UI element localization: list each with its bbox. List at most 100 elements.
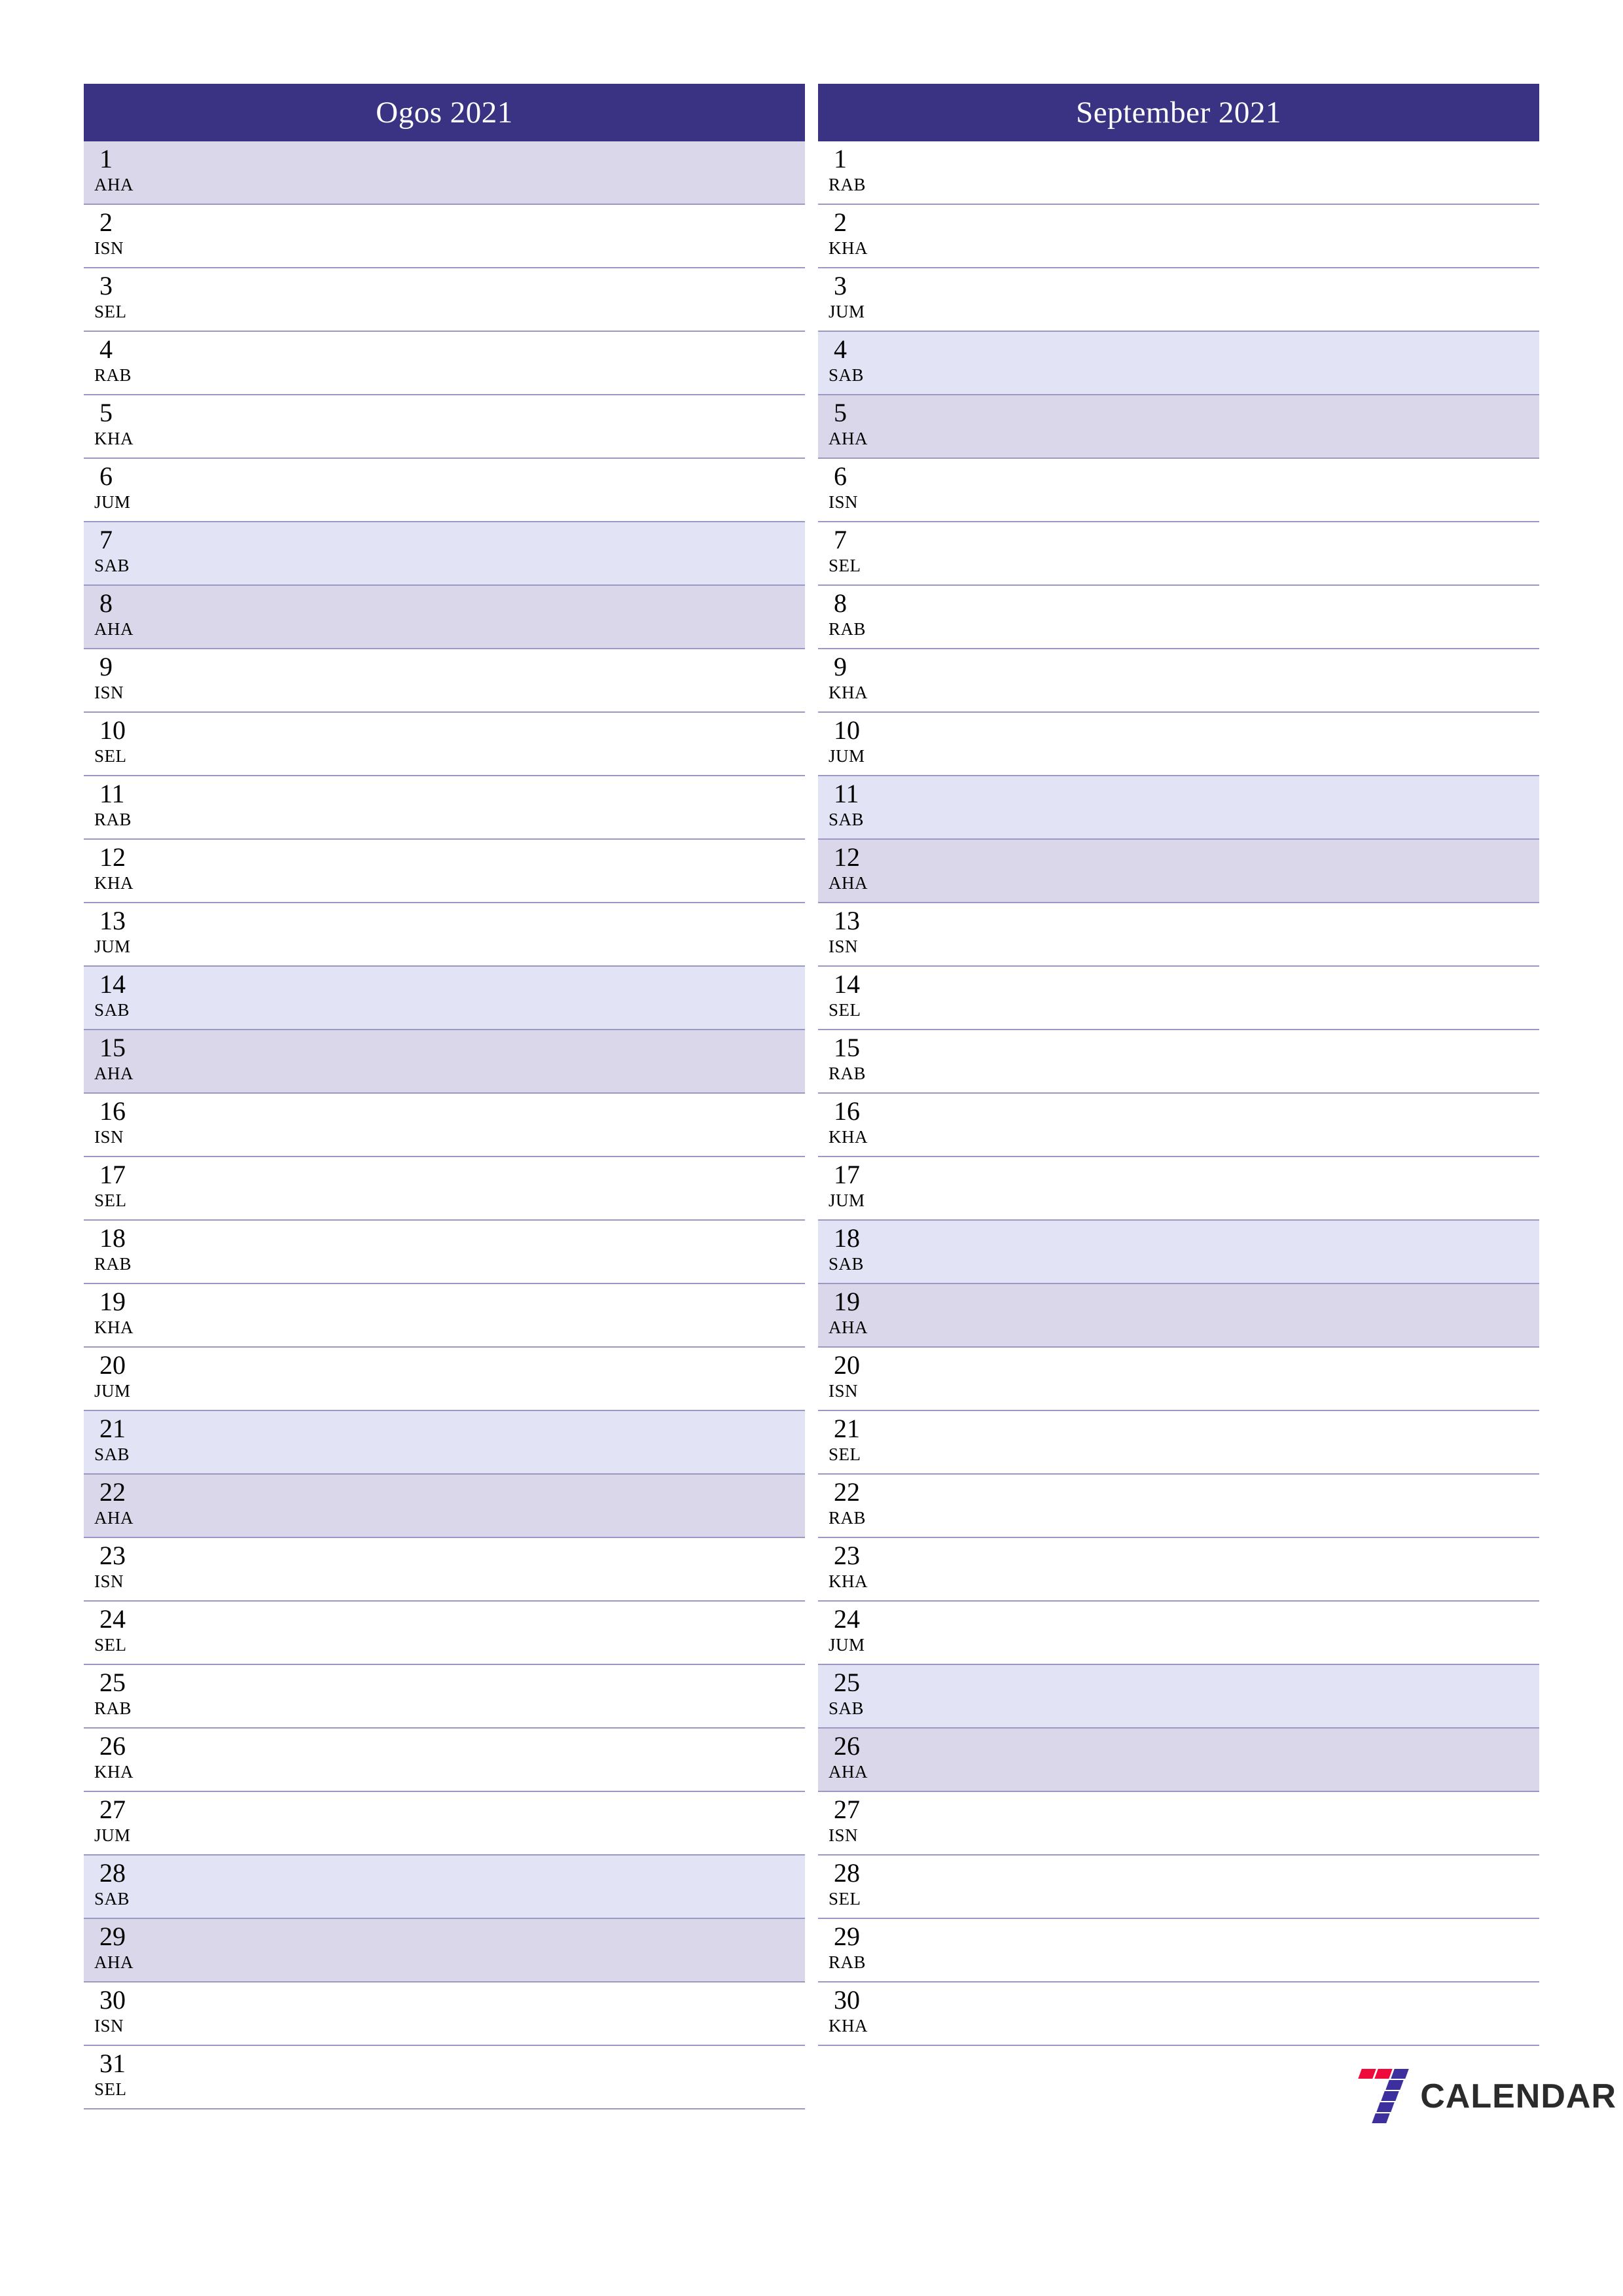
day-row[interactable]: 4 RAB	[84, 332, 805, 395]
day-weekday-label: RAB	[94, 810, 132, 829]
day-row[interactable]: 27 JUM	[84, 1792, 805, 1856]
day-row[interactable]: 9 ISN	[84, 649, 805, 713]
day-row[interactable]: 8 AHA	[84, 586, 805, 649]
day-row[interactable]: 13 ISN	[818, 903, 1539, 967]
day-row[interactable]: 11 SAB	[818, 776, 1539, 840]
day-row[interactable]: 20 JUM	[84, 1348, 805, 1411]
day-row[interactable]: 19 KHA	[84, 1284, 805, 1348]
day-row[interactable]: 29 RAB	[818, 1919, 1539, 1982]
day-row[interactable]: 24 JUM	[818, 1602, 1539, 1665]
day-number: 3	[99, 271, 113, 300]
day-weekday-label: AHA	[829, 1318, 868, 1337]
day-row[interactable]: 17 JUM	[818, 1157, 1539, 1221]
day-row[interactable]: 21 SAB	[84, 1411, 805, 1475]
day-row[interactable]: 26 AHA	[818, 1729, 1539, 1792]
day-row[interactable]: 18 SAB	[818, 1221, 1539, 1284]
day-row[interactable]: 1 AHA	[84, 141, 805, 205]
day-row[interactable]: 5 KHA	[84, 395, 805, 459]
day-row[interactable]: 27 ISN	[818, 1792, 1539, 1856]
logo-wordmark: CALENDAR	[1420, 2077, 1616, 2115]
day-row[interactable]: 7 SAB	[84, 522, 805, 586]
day-weekday-label: AHA	[94, 1508, 134, 1528]
day-number: 3	[834, 271, 847, 300]
day-number: 5	[834, 398, 847, 427]
day-row[interactable]: 30 ISN	[84, 1982, 805, 2046]
day-row[interactable]: 13 JUM	[84, 903, 805, 967]
day-row[interactable]: 2 ISN	[84, 205, 805, 268]
day-row[interactable]: 5 AHA	[818, 395, 1539, 459]
day-weekday-label: ISN	[829, 1825, 859, 1845]
day-row[interactable]: 30 KHA	[818, 1982, 1539, 2046]
day-row[interactable]: 7 SEL	[818, 522, 1539, 586]
day-weekday-label: SEL	[829, 1444, 861, 1464]
day-row[interactable]: 16 KHA	[818, 1094, 1539, 1157]
day-weekday-label: SAB	[94, 1889, 130, 1909]
day-weekday-label: SAB	[829, 810, 865, 829]
day-number: 19	[834, 1287, 860, 1316]
day-weekday-label: RAB	[829, 1508, 866, 1528]
day-number: 16	[99, 1096, 126, 1126]
day-weekday-label: AHA	[829, 1762, 868, 1782]
day-number: 18	[99, 1223, 126, 1253]
day-row[interactable]: 24 SEL	[84, 1602, 805, 1665]
day-weekday-label: KHA	[94, 1318, 134, 1337]
day-row[interactable]: 18 RAB	[84, 1221, 805, 1284]
day-row[interactable]: 15 RAB	[818, 1030, 1539, 1094]
day-row[interactable]: 1 RAB	[818, 141, 1539, 205]
day-row[interactable]: 17 SEL	[84, 1157, 805, 1221]
day-number: 20	[99, 1350, 126, 1380]
day-row[interactable]: 10 SEL	[84, 713, 805, 776]
day-row[interactable]: 12 AHA	[818, 840, 1539, 903]
day-row[interactable]: 4 SAB	[818, 332, 1539, 395]
day-row[interactable]: 9 KHA	[818, 649, 1539, 713]
day-row[interactable]: 3 SEL	[84, 268, 805, 332]
day-number: 29	[99, 1922, 126, 1951]
day-row[interactable]: 16 ISN	[84, 1094, 805, 1157]
day-row[interactable]: 6 JUM	[84, 459, 805, 522]
day-row[interactable]: 14 SAB	[84, 967, 805, 1030]
day-number: 14	[834, 969, 860, 999]
day-weekday-label: SEL	[829, 556, 861, 575]
day-row[interactable]: 22 AHA	[84, 1475, 805, 1538]
day-row[interactable]: 26 KHA	[84, 1729, 805, 1792]
month-columns: Ogos 2021 1 AHA 2 ISN 3 SEL 4 RAB 5 KHA 6 JUM 7 SAB 8 A…	[84, 84, 1539, 2109]
day-row[interactable]: 10 JUM	[818, 713, 1539, 776]
day-number: 17	[834, 1160, 860, 1189]
month-title-right: September 2021	[818, 84, 1539, 141]
day-number: 6	[99, 461, 113, 491]
day-row[interactable]: 31 SEL	[84, 2046, 805, 2109]
day-row[interactable]: 28 SEL	[818, 1856, 1539, 1919]
day-number: 15	[834, 1033, 860, 1062]
day-row[interactable]: 25 SAB	[818, 1665, 1539, 1729]
day-row[interactable]: 25 RAB	[84, 1665, 805, 1729]
day-row[interactable]: 23 ISN	[84, 1538, 805, 1602]
day-number: 10	[99, 715, 126, 745]
day-number: 9	[99, 652, 113, 681]
day-weekday-label: KHA	[94, 873, 134, 893]
day-weekday-label: KHA	[829, 2016, 868, 2036]
day-row[interactable]: 8 RAB	[818, 586, 1539, 649]
day-row[interactable]: 21 SEL	[818, 1411, 1539, 1475]
day-weekday-label: AHA	[94, 619, 134, 639]
day-row[interactable]: 20 ISN	[818, 1348, 1539, 1411]
day-weekday-label: SAB	[94, 1444, 130, 1464]
day-number: 14	[99, 969, 126, 999]
day-row[interactable]: 14 SEL	[818, 967, 1539, 1030]
day-row[interactable]: 3 JUM	[818, 268, 1539, 332]
day-row[interactable]: 15 AHA	[84, 1030, 805, 1094]
day-number: 13	[99, 906, 126, 935]
day-row[interactable]: 28 SAB	[84, 1856, 805, 1919]
day-weekday-label: RAB	[829, 1952, 866, 1972]
day-row[interactable]: 22 RAB	[818, 1475, 1539, 1538]
day-row[interactable]: 29 AHA	[84, 1919, 805, 1982]
day-number: 13	[834, 906, 860, 935]
day-number: 21	[99, 1414, 126, 1443]
planner-page: Ogos 2021 1 AHA 2 ISN 3 SEL 4 RAB 5 KHA 6 JUM 7 SAB 8 A…	[0, 0, 1623, 2296]
day-row[interactable]: 23 KHA	[818, 1538, 1539, 1602]
day-row[interactable]: 19 AHA	[818, 1284, 1539, 1348]
day-row[interactable]: 11 RAB	[84, 776, 805, 840]
day-row[interactable]: 6 ISN	[818, 459, 1539, 522]
day-row[interactable]: 12 KHA	[84, 840, 805, 903]
day-row[interactable]: 2 KHA	[818, 205, 1539, 268]
day-weekday-label: JUM	[94, 1381, 131, 1401]
